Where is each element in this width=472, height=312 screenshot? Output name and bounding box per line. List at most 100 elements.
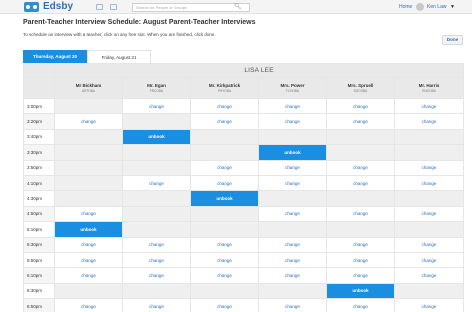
unavailable-slot bbox=[54, 144, 123, 161]
unavailable-slot bbox=[326, 144, 395, 161]
change-slot-link[interactable]: change bbox=[258, 267, 327, 284]
avatar-icon[interactable] bbox=[416, 3, 424, 11]
change-slot-link[interactable]: change bbox=[258, 236, 327, 253]
instructions-text: To schedule an interview with a teacher,… bbox=[23, 32, 216, 37]
change-slot-link[interactable]: change bbox=[326, 205, 395, 223]
done-button[interactable]: Done bbox=[442, 35, 463, 45]
change-slot-link[interactable]: change bbox=[54, 205, 123, 223]
change-slot-link[interactable]: change bbox=[393, 97, 465, 115]
unavailable-slot bbox=[190, 221, 259, 238]
change-slot-link[interactable]: change bbox=[393, 267, 465, 284]
change-slot-link[interactable]: change bbox=[258, 159, 327, 176]
change-slot-link[interactable]: change bbox=[326, 236, 395, 253]
unbook-slot-button[interactable]: unbook bbox=[54, 221, 123, 238]
change-slot-link[interactable]: change bbox=[326, 267, 395, 284]
change-slot-link[interactable]: change bbox=[393, 251, 465, 269]
change-slot-link[interactable]: change bbox=[122, 251, 191, 269]
change-slot-link[interactable]: change bbox=[190, 97, 259, 115]
change-slot-link[interactable]: change bbox=[258, 251, 327, 269]
change-slot-link[interactable]: change bbox=[393, 174, 465, 192]
change-slot-link[interactable]: change bbox=[258, 97, 327, 115]
time-slot-row: 4:50pm change change change change bbox=[23, 205, 465, 223]
change-slot-link[interactable]: change bbox=[393, 298, 465, 312]
change-slot-link[interactable]: change bbox=[54, 251, 123, 269]
time-slot-row: 6:50pm change change change change change chan… bbox=[23, 298, 465, 312]
change-slot-link[interactable]: change bbox=[393, 205, 465, 223]
brand-name[interactable]: Edsby bbox=[43, 1, 73, 13]
unavailable-slot bbox=[54, 190, 123, 207]
change-slot-link[interactable]: change bbox=[54, 236, 123, 253]
teacher-class-code: ARTOBA bbox=[82, 89, 95, 93]
time-slot-row: 6:30pm unbook bbox=[23, 282, 465, 300]
change-slot-link[interactable]: change bbox=[190, 267, 259, 284]
change-slot-link[interactable]: change bbox=[258, 174, 327, 192]
change-slot-link[interactable]: change bbox=[122, 236, 191, 253]
change-slot-link[interactable]: change bbox=[258, 113, 327, 130]
unavailable-slot bbox=[122, 159, 191, 176]
change-slot-link[interactable]: change bbox=[54, 267, 123, 284]
time-slot-row: 3:30pm unbook bbox=[23, 144, 465, 161]
change-slot-link[interactable]: change bbox=[326, 174, 395, 192]
time-slot-row: 3:40pm unbook bbox=[23, 128, 465, 146]
time-slot-row: 6:10pm change change change change change chan… bbox=[23, 267, 465, 284]
time-slot-row: 4:10pm change change change change change bbox=[23, 174, 465, 192]
caret-down-icon[interactable]: ▼ bbox=[450, 3, 455, 11]
change-slot-link[interactable]: change bbox=[190, 159, 259, 176]
home-link[interactable]: Home bbox=[399, 3, 412, 11]
unavailable-slot bbox=[326, 190, 395, 207]
change-slot-link[interactable]: change bbox=[54, 298, 123, 312]
unavailable-slot bbox=[122, 205, 191, 223]
unavailable-slot bbox=[122, 113, 191, 130]
unbook-slot-button[interactable]: unbook bbox=[258, 144, 327, 161]
change-slot-link[interactable]: change bbox=[393, 113, 465, 130]
change-slot-link[interactable]: change bbox=[393, 236, 465, 253]
tab-friday[interactable]: Friday, August 21 bbox=[87, 50, 151, 63]
change-slot-link[interactable]: change bbox=[393, 159, 465, 176]
unavailable-slot bbox=[258, 282, 327, 300]
change-slot-link[interactable]: change bbox=[326, 298, 395, 312]
change-slot-link[interactable]: change bbox=[326, 113, 395, 130]
calendar-icon[interactable] bbox=[110, 4, 117, 10]
time-label: 5:30pm bbox=[23, 236, 55, 253]
change-slot-link[interactable]: change bbox=[258, 205, 327, 223]
change-slot-link[interactable]: change bbox=[122, 97, 191, 115]
change-slot-link[interactable]: change bbox=[190, 236, 259, 253]
edsby-logo-icon[interactable] bbox=[24, 2, 39, 12]
tab-thursday[interactable]: Thursday, August 20 bbox=[23, 50, 87, 63]
search-input[interactable]: Search for People or Groups bbox=[132, 3, 250, 12]
user-menu[interactable]: Ken Law bbox=[427, 3, 446, 11]
unbook-slot-button[interactable]: unbook bbox=[190, 190, 259, 207]
teacher-class-code: TCHOBA bbox=[285, 89, 300, 93]
teacher-class-code: PHYOBA bbox=[217, 89, 232, 93]
change-slot-link[interactable]: change bbox=[190, 113, 259, 130]
unavailable-slot bbox=[54, 159, 123, 176]
teacher-column-header: Mrs. Power TCHOBA bbox=[258, 77, 327, 99]
search-icon[interactable]: 🔍︎ bbox=[234, 3, 242, 11]
time-slot-row: 3:00pm change change change change change bbox=[23, 97, 465, 115]
change-slot-link[interactable]: change bbox=[54, 113, 123, 130]
change-slot-link[interactable]: change bbox=[122, 267, 191, 284]
change-slot-link[interactable]: change bbox=[190, 174, 259, 192]
change-slot-link[interactable]: change bbox=[258, 298, 327, 312]
time-slot-row: 5:10pm unbook bbox=[23, 221, 465, 238]
unbook-slot-button[interactable]: unbook bbox=[326, 282, 395, 300]
messages-icon[interactable] bbox=[96, 4, 103, 10]
unavailable-slot bbox=[393, 221, 465, 238]
unavailable-slot bbox=[54, 174, 123, 192]
student-name-header: LISA LEE bbox=[53, 63, 465, 78]
change-slot-link[interactable]: change bbox=[190, 298, 259, 312]
change-slot-link[interactable]: change bbox=[326, 251, 395, 269]
time-label: 4:30pm bbox=[23, 190, 55, 207]
unavailable-slot bbox=[190, 205, 259, 223]
grid-corner bbox=[23, 63, 55, 78]
change-slot-link[interactable]: change bbox=[190, 251, 259, 269]
time-label: 6:10pm bbox=[23, 267, 55, 284]
unbook-slot-button[interactable]: unbook bbox=[122, 128, 191, 146]
teacher-column-header: Mr Bickham ARTOBA bbox=[54, 77, 123, 99]
unavailable-slot bbox=[393, 144, 465, 161]
change-slot-link[interactable]: change bbox=[122, 298, 191, 312]
change-slot-link[interactable]: change bbox=[326, 97, 395, 115]
time-label: 3:30pm bbox=[23, 144, 55, 161]
change-slot-link[interactable]: change bbox=[326, 159, 395, 176]
change-slot-link[interactable]: change bbox=[122, 174, 191, 192]
